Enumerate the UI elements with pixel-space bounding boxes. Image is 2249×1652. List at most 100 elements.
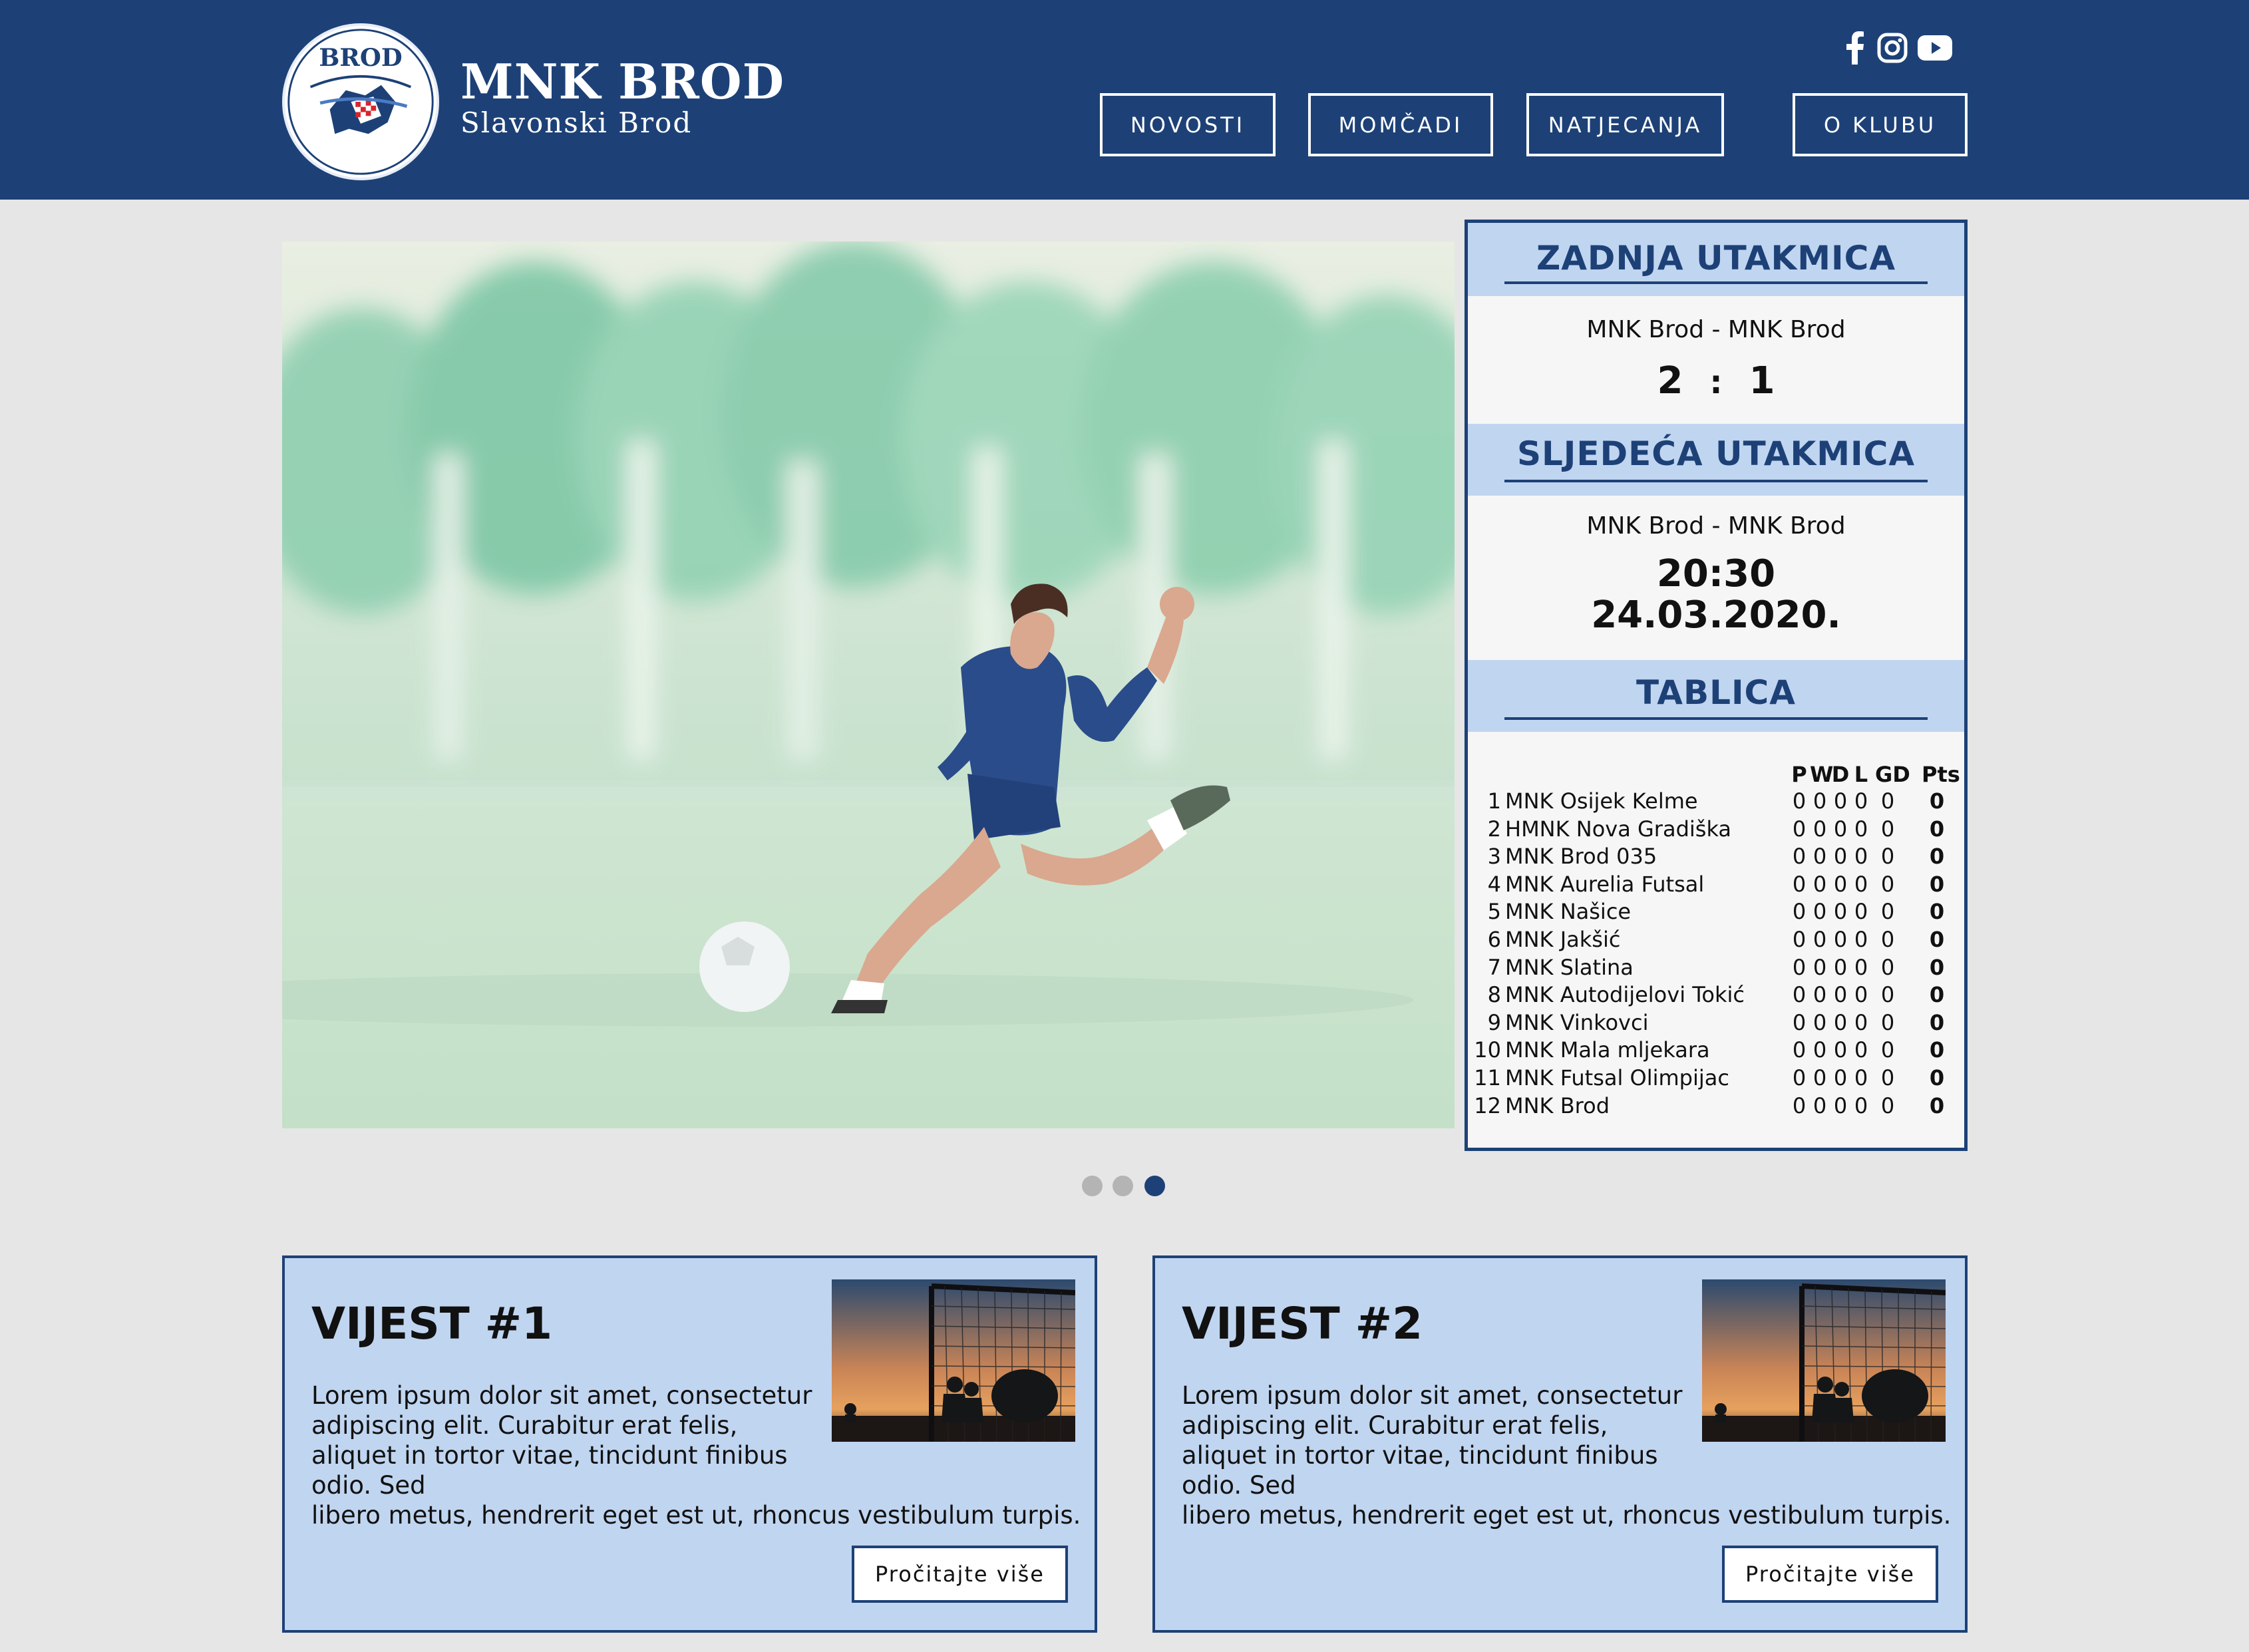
table-cell-pos: 3 [1487,844,1501,870]
logo-wordmark: BROD [319,43,402,72]
news-body-text: Lorem ipsum dolor sit amet, consectetur … [1182,1381,1683,1500]
table-cell-d: 0 [1833,1037,1848,1063]
table-cell-w: 0 [1813,788,1827,814]
next-match-heading: SLJEDEĆA UTAKMICA [1516,434,1916,473]
table-cell-pts: 0 [1929,1092,1945,1118]
slider-dot-3-active[interactable] [1144,1176,1165,1196]
nav-o-klubu[interactable]: O KLUBU [1793,93,1968,156]
table-cell-l: 0 [1854,927,1868,952]
league-table-header: P W D L GD Pts [1468,762,1964,788]
table-cell-d: 0 [1833,927,1848,952]
table-cell-gd: 0 [1880,927,1895,952]
table-cell-gd: 0 [1880,844,1895,870]
table-row: 6 MNK Jakšić 0 0 0 0 0 0 [1468,927,1964,953]
table-cell-d: 0 [1833,788,1848,814]
table-cell-pos: 1 [1487,788,1501,814]
match-sidebar: ZADNJA UTAKMICA MNK Brod - MNK Brod 2 : … [1465,220,1968,1151]
last-match-heading-bar: ZADNJA UTAKMICA [1468,223,1964,296]
col-d: D [1831,762,1850,787]
heading-rule [1504,281,1928,284]
news-title[interactable]: VIJEST #1 [311,1298,552,1349]
table-cell-d: 0 [1833,1009,1848,1035]
table-row: 9 MNK Vinkovci 0 0 0 0 0 0 [1468,1010,1964,1037]
nav-novosti[interactable]: NOVOSTI [1100,93,1276,156]
news-body-text: Lorem ipsum dolor sit amet, consectetur … [311,1381,812,1500]
table-cell-w: 0 [1813,1092,1827,1118]
table-cell-l: 0 [1854,982,1868,1008]
home-score: 2 [1657,359,1683,403]
table-cell-pos: 4 [1487,871,1501,897]
table-cell-gd: 0 [1880,1065,1895,1090]
table-cell-d: 0 [1833,844,1848,870]
table-cell-pts: 0 [1929,982,1945,1008]
table-cell-team: HMNK Nova Gradiška [1505,816,1732,842]
site-title[interactable]: MNK BROD [460,53,784,110]
table-cell-l: 0 [1854,899,1868,925]
table-row: 3 MNK Brod 035 0 0 0 0 0 0 [1468,844,1964,870]
last-match-score: 2 : 1 [1468,359,1964,403]
table-cell-team: MNK Slatina [1505,954,1634,980]
table-cell-gd: 0 [1880,788,1895,814]
table-cell-pos: 7 [1487,954,1501,980]
away-score: 1 [1749,359,1775,403]
table-row: 1 MNK Osijek Kelme 0 0 0 0 0 0 [1468,788,1964,815]
col-w: W [1810,762,1834,787]
table-cell-p: 0 [1792,816,1807,842]
table-row: 10 MNK Mala mljekara 0 0 0 0 0 0 [1468,1037,1964,1064]
table-cell-w: 0 [1813,982,1827,1008]
table-row: 7 MNK Slatina 0 0 0 0 0 0 [1468,955,1964,981]
news-body-text: libero metus, hendrerit eget est ut, rho… [1182,1501,1952,1530]
table-cell-team: MNK Vinkovci [1505,1009,1649,1035]
table-row: 5 MNK Našice 0 0 0 0 0 0 [1468,899,1964,925]
nav-natjecanja[interactable]: NATJECANJA [1526,93,1724,156]
table-cell-gd: 0 [1880,1037,1895,1063]
table-cell-w: 0 [1813,816,1827,842]
slider-dot-2[interactable] [1113,1176,1133,1196]
table-cell-l: 0 [1854,1065,1868,1090]
table-cell-w: 0 [1813,954,1827,980]
last-match-teams: MNK Brod - MNK Brod [1586,316,1846,343]
instagram-icon[interactable] [1874,29,1911,67]
table-cell-d: 0 [1833,1092,1848,1118]
next-match-date: 24.03.2020. [1591,593,1841,637]
news-body-text: libero metus, hendrerit eget est ut, rho… [311,1501,1081,1530]
news-body: Lorem ipsum dolor sit amet, consectetur … [1182,1381,1951,1530]
table-cell-team: MNK Aurelia Futsal [1505,871,1705,897]
table-cell-l: 0 [1854,788,1868,814]
table-cell-p: 0 [1792,844,1807,870]
facebook-icon[interactable] [1836,29,1874,67]
table-cell-p: 0 [1792,927,1807,952]
score-separator: : [1709,364,1723,401]
news-title[interactable]: VIJEST #2 [1182,1298,1423,1349]
table-cell-pts: 0 [1929,844,1945,870]
read-more-button[interactable]: Pročitajte više [852,1546,1068,1603]
table-row: 8 MNK Autodijelovi Tokić 0 0 0 0 0 0 [1468,982,1964,1009]
table-cell-team: MNK Našice [1505,899,1632,925]
hero-slider-image[interactable] [282,242,1455,1128]
table-cell-p: 0 [1792,871,1807,897]
table-cell-p: 0 [1792,1092,1807,1118]
youtube-icon[interactable] [1916,29,1954,67]
table-cell-p: 0 [1792,982,1807,1008]
table-cell-gd: 0 [1880,982,1895,1008]
slider-dot-1[interactable] [1082,1176,1103,1196]
table-cell-team: MNK Osijek Kelme [1505,788,1698,814]
table-cell-l: 0 [1854,954,1868,980]
table-cell-team: MNK Autodijelovi Tokić [1505,982,1745,1008]
table-cell-l: 0 [1854,844,1868,870]
col-pts: Pts [1922,762,1960,787]
table-cell-pos: 12 [1474,1092,1501,1118]
table-cell-pos: 9 [1487,1009,1501,1035]
heading-rule [1504,717,1928,720]
table-cell-w: 0 [1813,1065,1827,1090]
nav-momcadi[interactable]: MOMČADI [1308,93,1493,156]
table-cell-gd: 0 [1880,816,1895,842]
club-logo[interactable]: BROD [282,23,439,180]
read-more-button[interactable]: Pročitajte više [1722,1546,1938,1603]
table-cell-team: MNK Mala mljekara [1505,1037,1710,1063]
table-cell-w: 0 [1813,1037,1827,1063]
table-cell-pos: 2 [1487,816,1501,842]
news-card-2: VIJEST #2 Lorem ipsum dolor sit amet, co… [1152,1255,1968,1633]
news-card-1: VIJEST #1 Lorem ipsum dolor sit amet, co… [282,1255,1097,1633]
table-cell-pts: 0 [1929,927,1945,952]
